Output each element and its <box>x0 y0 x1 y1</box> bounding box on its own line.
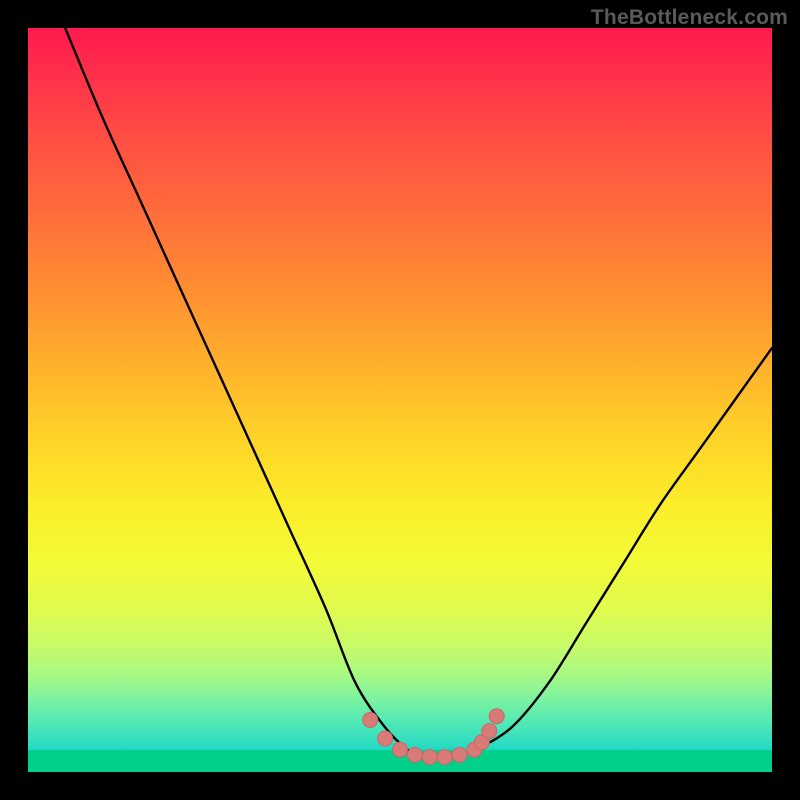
curve-marker <box>407 747 422 762</box>
curve-marker <box>363 712 378 727</box>
curve-marker <box>482 724 497 739</box>
curve-marker <box>393 742 408 757</box>
curve-marker <box>489 709 504 724</box>
marker-group <box>363 709 504 765</box>
curve-marker <box>452 747 467 762</box>
bottleneck-curve-path <box>65 28 772 758</box>
curve-marker <box>378 731 393 746</box>
bottleneck-curve-svg <box>28 28 772 772</box>
curve-marker <box>437 750 452 765</box>
chart-frame: TheBottleneck.com <box>0 0 800 800</box>
watermark-text: TheBottleneck.com <box>591 6 788 30</box>
curve-marker <box>422 750 437 765</box>
plot-area <box>28 28 772 772</box>
